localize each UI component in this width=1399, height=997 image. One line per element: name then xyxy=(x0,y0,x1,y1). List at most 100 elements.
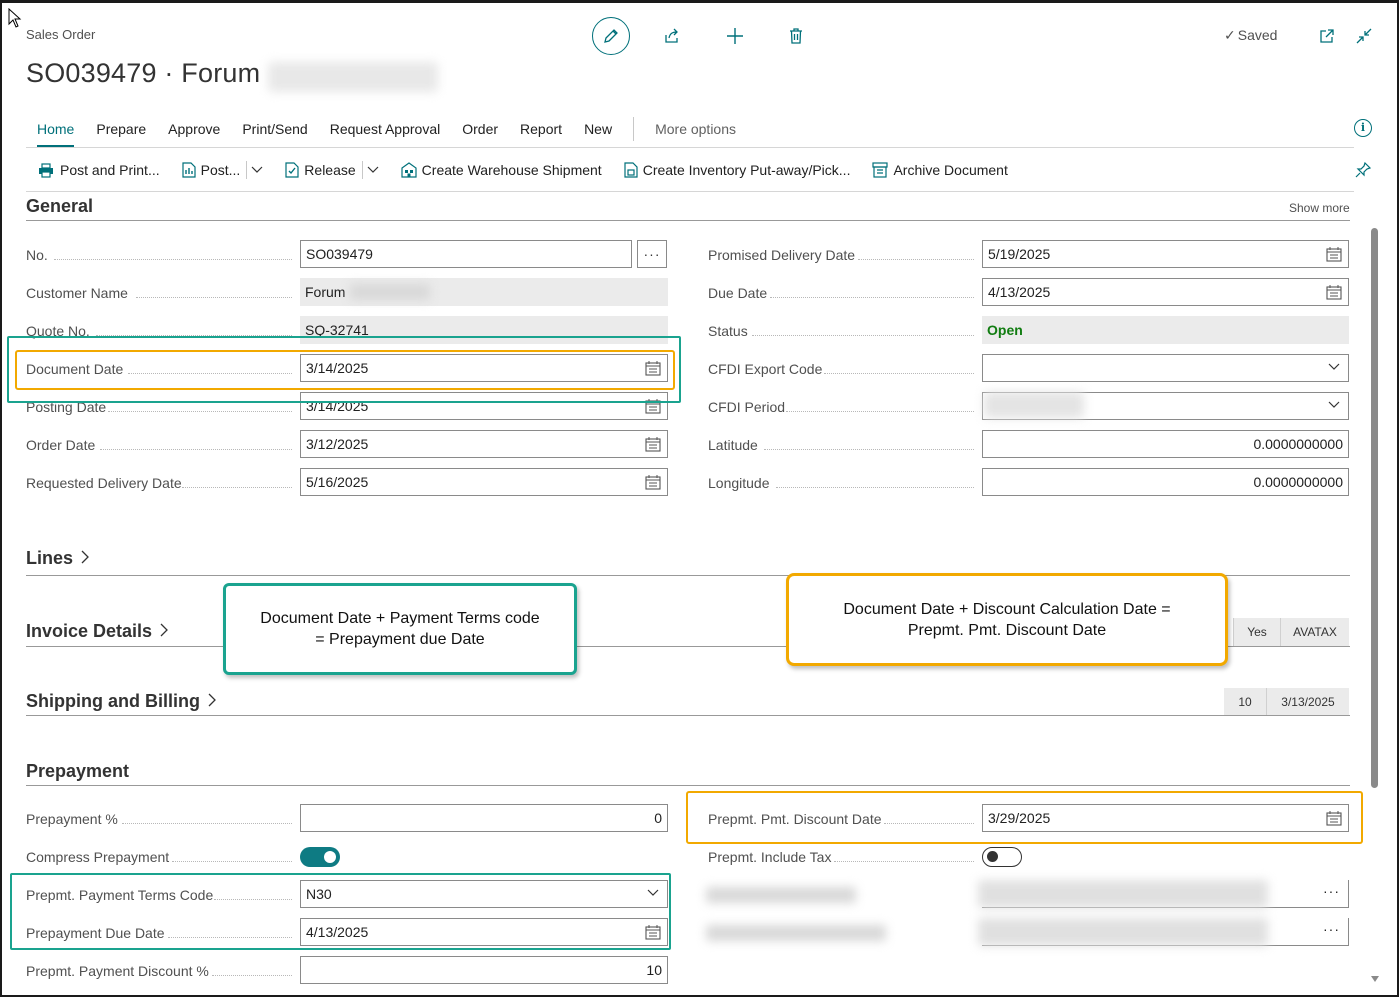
page-title: SO039479 · Forum xyxy=(26,58,261,88)
section-title-invoice-details[interactable]: Invoice Details xyxy=(26,621,169,642)
prepmt-payment-discount-pct-input[interactable]: 10 xyxy=(300,956,668,984)
section-title-general[interactable]: General xyxy=(26,196,93,217)
printer-icon xyxy=(39,162,53,178)
breadcrumb: Sales Order xyxy=(26,27,96,42)
order-date-label: Order Date xyxy=(26,437,96,453)
redacted-text xyxy=(984,392,1084,418)
promised-delivery-date-input[interactable]: 5/19/2025 xyxy=(982,240,1349,268)
callout-prepmt-discount-date: Document Date + Discount Calculation Dat… xyxy=(786,573,1228,666)
calendar-icon[interactable] xyxy=(645,437,661,452)
delete-button[interactable] xyxy=(782,22,810,50)
scroll-down-icon[interactable] xyxy=(1371,976,1379,982)
tab-approve[interactable]: Approve xyxy=(157,119,231,141)
scrollbar-thumb[interactable] xyxy=(1371,228,1378,788)
tab-print-send[interactable]: Print/Send xyxy=(231,119,318,141)
longitude-input[interactable]: 0.0000000000 xyxy=(982,468,1349,496)
requested-delivery-date-label: Requested Delivery Date xyxy=(26,475,182,491)
show-more-link[interactable]: Show more xyxy=(1289,201,1350,215)
prepmt-include-tax-toggle[interactable] xyxy=(982,847,1022,867)
prepayment-pct-input[interactable]: 0 xyxy=(300,804,668,832)
due-date-input[interactable]: 4/13/2025 xyxy=(982,278,1349,306)
add-icon xyxy=(727,28,743,44)
latitude-input[interactable]: 0.0000000000 xyxy=(982,430,1349,458)
open-new-window-button[interactable] xyxy=(1313,22,1341,50)
check-icon: ✓ xyxy=(1224,27,1236,43)
new-button[interactable] xyxy=(721,22,749,50)
create-inventory-putaway-button[interactable]: Create Inventory Put-away/Pick... xyxy=(624,162,850,178)
collapse-button[interactable] xyxy=(1350,22,1378,50)
cfdi-period-label: CFDI Period xyxy=(708,399,786,415)
tab-order[interactable]: Order xyxy=(451,119,509,141)
lookup-button[interactable]: ··· xyxy=(1323,921,1340,937)
highlight-box-orange xyxy=(15,350,675,390)
latitude-label: Latitude xyxy=(708,437,758,453)
chevron-down-icon[interactable] xyxy=(367,166,379,174)
status-label: Status xyxy=(708,323,748,339)
tab-home[interactable]: Home xyxy=(26,119,85,147)
section-title-shipping-billing[interactable]: Shipping and Billing xyxy=(26,691,217,712)
redacted-label xyxy=(706,925,886,941)
chevron-down-icon xyxy=(1328,401,1340,408)
action-toolbar: Post and Print... Post... Release Create… xyxy=(38,161,1030,179)
section-title-prepayment[interactable]: Prepayment xyxy=(26,761,129,782)
info-icon[interactable]: i xyxy=(1354,119,1372,137)
chevron-down-icon[interactable] xyxy=(251,166,263,174)
release-split-button: Release xyxy=(285,161,379,179)
archive-icon xyxy=(872,162,889,178)
tab-prepare[interactable]: Prepare xyxy=(85,119,157,141)
edit-button[interactable] xyxy=(592,17,630,55)
chevron-right-icon xyxy=(208,693,216,707)
tab-new[interactable]: New xyxy=(573,119,623,141)
longitude-label: Longitude xyxy=(708,475,770,491)
divider xyxy=(26,191,1354,192)
no-lookup-button[interactable]: ··· xyxy=(637,240,667,268)
order-date-input[interactable]: 3/12/2025 xyxy=(300,430,668,458)
tab-separator xyxy=(633,117,635,141)
due-date-label: Due Date xyxy=(708,285,768,301)
chevron-right-icon xyxy=(160,623,168,637)
share-icon xyxy=(665,28,678,43)
calendar-icon[interactable] xyxy=(1326,247,1342,262)
calendar-icon[interactable] xyxy=(645,475,661,490)
prepmt-payment-discount-pct-label: Prepmt. Payment Discount % xyxy=(26,963,209,979)
section-title-lines[interactable]: Lines xyxy=(26,548,90,569)
compress-prepayment-toggle[interactable] xyxy=(300,847,340,867)
section-divider xyxy=(26,715,1350,716)
tab-more-options[interactable]: More options xyxy=(644,119,747,141)
release-button[interactable]: Release xyxy=(285,162,356,178)
cfdi-export-code-select[interactable] xyxy=(982,354,1349,382)
customer-name-label: Customer Name xyxy=(26,285,128,301)
no-input[interactable]: SO039479 xyxy=(300,240,632,268)
prepayment-pct-label: Prepayment % xyxy=(26,811,118,827)
window-frame xyxy=(0,0,1399,997)
create-warehouse-shipment-button[interactable]: Create Warehouse Shipment xyxy=(401,162,602,178)
post-button[interactable]: Post... xyxy=(182,162,240,178)
chevron-right-icon xyxy=(81,550,89,564)
section-divider xyxy=(26,220,1350,221)
prepmt-include-tax-label: Prepmt. Include Tax xyxy=(708,849,832,865)
share-button[interactable] xyxy=(658,22,686,50)
redacted-text xyxy=(350,284,430,300)
promised-delivery-date-label: Promised Delivery Date xyxy=(708,247,856,263)
requested-delivery-date-input[interactable]: 5/16/2025 xyxy=(300,468,668,496)
collapse-icon xyxy=(1356,28,1372,44)
section-divider xyxy=(26,785,1350,786)
lookup-button[interactable]: ··· xyxy=(1323,883,1340,899)
divider xyxy=(26,147,1354,148)
redacted-text xyxy=(978,880,1268,908)
status-field: Open xyxy=(982,316,1349,344)
post-document-icon xyxy=(182,162,196,178)
pin-icon[interactable] xyxy=(1355,162,1371,178)
post-split-button: Post... xyxy=(182,161,264,179)
post-and-print-button[interactable]: Post and Print... xyxy=(38,162,160,178)
tab-report[interactable]: Report xyxy=(509,119,573,141)
highlight-box-teal xyxy=(10,873,671,950)
invoice-summary-pill: AVATAX xyxy=(1280,618,1349,646)
status-badge: Open xyxy=(987,322,1023,338)
shipping-summary-pill: 10 xyxy=(1224,688,1266,716)
tab-request-approval[interactable]: Request Approval xyxy=(319,119,452,141)
archive-document-button[interactable]: Archive Document xyxy=(872,162,1008,178)
edit-icon xyxy=(604,29,618,43)
calendar-icon[interactable] xyxy=(1326,285,1342,300)
no-label: No. xyxy=(26,247,48,263)
